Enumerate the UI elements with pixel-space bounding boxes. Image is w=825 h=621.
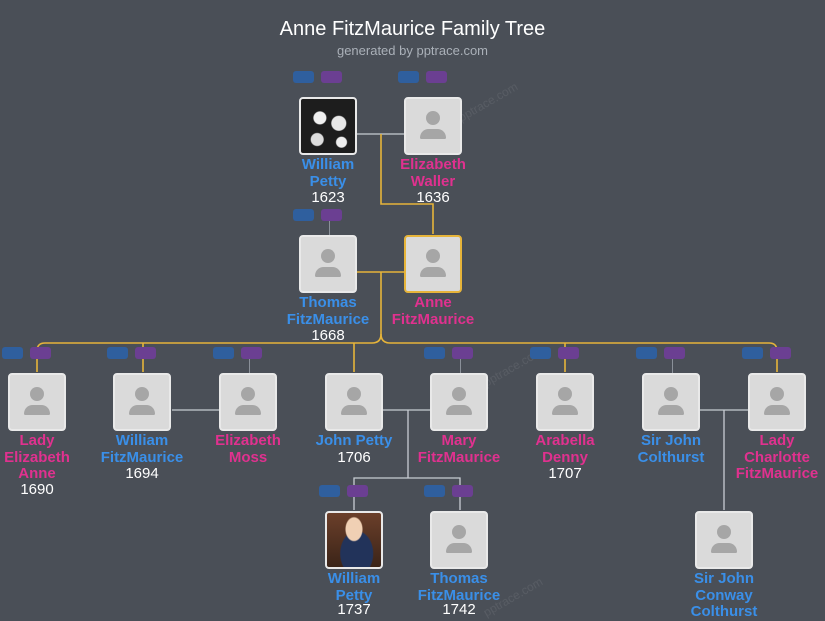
person-name: Thomas FitzMaurice bbox=[286, 294, 370, 328]
tab-blue[interactable] bbox=[424, 347, 445, 359]
tab-blue[interactable] bbox=[530, 347, 551, 359]
tab-purple[interactable] bbox=[321, 209, 342, 221]
person-name: Elizabeth Waller bbox=[400, 156, 466, 190]
tab-blue[interactable] bbox=[319, 485, 340, 497]
node-tabs[interactable] bbox=[398, 71, 448, 85]
tab-purple[interactable] bbox=[426, 71, 447, 83]
person-name: Sir John Conway Colthurst bbox=[690, 570, 758, 620]
avatar-placeholder-icon[interactable] bbox=[113, 373, 171, 431]
tab-blue[interactable] bbox=[2, 347, 23, 359]
tab-purple[interactable] bbox=[558, 347, 579, 359]
node-tabs[interactable] bbox=[636, 347, 686, 373]
person-name: Thomas FitzMaurice bbox=[417, 570, 501, 604]
avatar-placeholder-icon[interactable] bbox=[299, 235, 357, 293]
tab-purple[interactable] bbox=[30, 347, 51, 359]
person-name: Anne FitzMaurice bbox=[391, 294, 475, 328]
tab-blue[interactable] bbox=[293, 209, 314, 221]
birth-year: 1690 bbox=[20, 481, 54, 498]
node-tabs[interactable] bbox=[2, 347, 52, 361]
birth-year: 1668 bbox=[311, 327, 345, 344]
avatar-placeholder-icon[interactable] bbox=[695, 511, 753, 569]
node-tabs[interactable] bbox=[213, 347, 263, 373]
tab-blue[interactable] bbox=[742, 347, 763, 359]
person-photo[interactable] bbox=[299, 97, 357, 155]
avatar-placeholder-icon[interactable] bbox=[404, 97, 462, 155]
tab-blue[interactable] bbox=[293, 71, 314, 83]
person-name: John Petty bbox=[315, 432, 393, 449]
avatar-placeholder-icon[interactable] bbox=[430, 511, 488, 569]
avatar-placeholder-icon[interactable] bbox=[8, 373, 66, 431]
tab-purple[interactable] bbox=[321, 71, 342, 83]
tab-blue[interactable] bbox=[398, 71, 419, 83]
person-name: Arabella Denny bbox=[535, 432, 595, 466]
tab-blue[interactable] bbox=[636, 347, 657, 359]
node-tabs[interactable] bbox=[319, 485, 369, 499]
person-name: William Petty bbox=[327, 570, 381, 604]
avatar-placeholder-icon[interactable] bbox=[404, 235, 462, 293]
birth-year: 1737 bbox=[337, 601, 371, 618]
node-tabs[interactable] bbox=[293, 209, 343, 235]
node-tabs[interactable] bbox=[424, 347, 474, 373]
tab-purple[interactable] bbox=[664, 347, 685, 359]
person-name: Sir John Colthurst bbox=[637, 432, 705, 466]
avatar-placeholder-icon[interactable] bbox=[748, 373, 806, 431]
node-tabs[interactable] bbox=[424, 485, 474, 499]
avatar-placeholder-icon[interactable] bbox=[642, 373, 700, 431]
node-tabs[interactable] bbox=[107, 347, 157, 361]
person-name: William Petty bbox=[301, 156, 355, 190]
tab-purple[interactable] bbox=[452, 347, 473, 359]
birth-year: 1694 bbox=[125, 465, 159, 482]
node-tabs[interactable] bbox=[530, 347, 580, 361]
person-photo[interactable] bbox=[325, 511, 383, 569]
person-name: Lady Charlotte FitzMaurice bbox=[735, 432, 819, 482]
birth-year: 1623 bbox=[311, 189, 345, 206]
tab-blue[interactable] bbox=[424, 485, 445, 497]
tab-purple[interactable] bbox=[770, 347, 791, 359]
avatar-placeholder-icon[interactable] bbox=[536, 373, 594, 431]
birth-year: 1707 bbox=[548, 465, 582, 482]
tab-purple[interactable] bbox=[452, 485, 473, 497]
tab-purple[interactable] bbox=[347, 485, 368, 497]
tab-purple[interactable] bbox=[135, 347, 156, 359]
node-tabs[interactable] bbox=[742, 347, 792, 361]
birth-year: 1636 bbox=[416, 189, 450, 206]
person-name: William FitzMaurice bbox=[100, 432, 184, 466]
tab-purple[interactable] bbox=[241, 347, 262, 359]
person-name: Elizabeth Moss bbox=[215, 432, 281, 466]
birth-year: 1742 bbox=[442, 601, 476, 618]
tab-blue[interactable] bbox=[107, 347, 128, 359]
avatar-placeholder-icon[interactable] bbox=[430, 373, 488, 431]
node-tabs[interactable] bbox=[293, 71, 343, 85]
person-name: Mary FitzMaurice bbox=[417, 432, 501, 466]
avatar-placeholder-icon[interactable] bbox=[219, 373, 277, 431]
birth-year: 1706 bbox=[337, 449, 371, 466]
tab-blue[interactable] bbox=[213, 347, 234, 359]
avatar-placeholder-icon[interactable] bbox=[325, 373, 383, 431]
